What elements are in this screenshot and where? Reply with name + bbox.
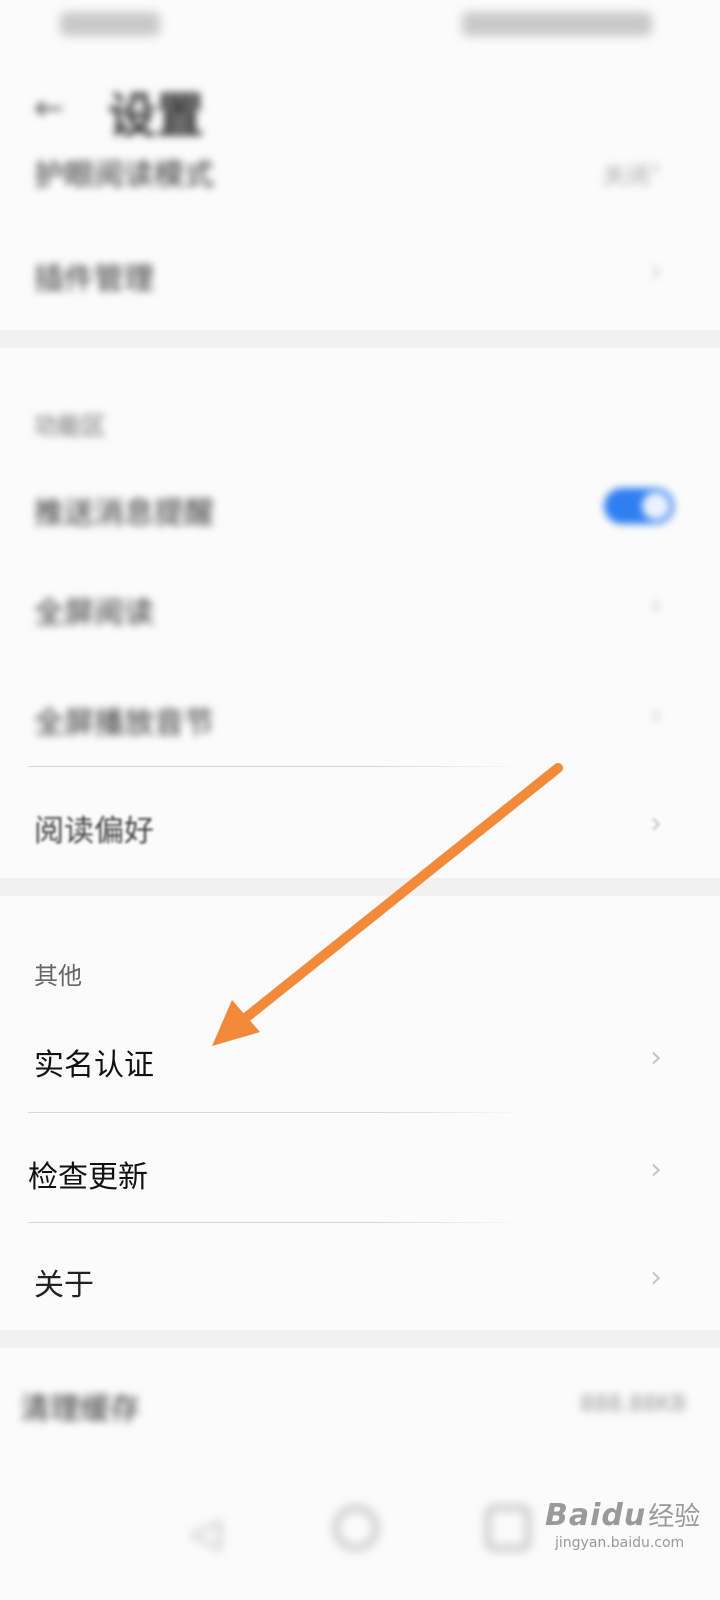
settings-item-fullscreen-audio[interactable]: 全屏播放音节 › — [0, 694, 720, 744]
settings-item-label: 插件管理 — [34, 262, 154, 297]
chevron-right-icon: › — [650, 1040, 662, 1075]
status-right-indicators — [462, 12, 652, 36]
section-title-features: 功能区 — [34, 412, 106, 440]
back-arrow-icon[interactable]: ← — [34, 88, 64, 129]
section-divider — [0, 1330, 720, 1348]
section-divider — [0, 330, 720, 348]
toggle-knob — [642, 492, 670, 520]
settings-item-eye-protection[interactable]: 护眼阅读模式 关闭 › — [0, 146, 720, 196]
status-bar — [0, 0, 720, 50]
section-title-other: 其他 — [34, 962, 82, 990]
settings-item-about[interactable]: 关于 › — [0, 1256, 720, 1306]
settings-item-check-update[interactable]: 检查更新 › — [0, 1148, 720, 1198]
settings-item-reading-preference[interactable]: 阅读偏好 › — [0, 802, 720, 852]
settings-item-real-name-auth[interactable]: 实名认证 › — [0, 1036, 720, 1086]
annotation-arrow — [212, 763, 563, 1046]
baidu-jingyan-watermark: Baidu经验 jingyan.baidu.com — [545, 1496, 700, 1551]
nav-back-icon[interactable]: ◁ — [190, 1510, 221, 1556]
row-divider — [28, 1222, 528, 1223]
settings-item-plugins[interactable]: 插件管理 › — [0, 250, 720, 300]
watermark-logo: Baidu — [545, 1498, 647, 1533]
settings-item-label: 全屏阅读 — [34, 596, 154, 631]
section-divider — [0, 878, 720, 896]
watermark-url: jingyan.baidu.com — [555, 1535, 685, 1551]
chevron-right-icon: › — [650, 254, 662, 289]
settings-item-value: 关闭 — [602, 162, 650, 190]
settings-item-label: 阅读偏好 — [34, 814, 154, 849]
chevron-right-icon: › — [650, 806, 662, 841]
chevron-right-icon: › — [650, 1152, 662, 1187]
settings-item-label: 清理缓存 — [20, 1392, 140, 1427]
chevron-right-icon: › — [650, 1260, 662, 1295]
nav-recent-icon[interactable] — [486, 1506, 530, 1550]
chevron-right-icon: › — [650, 698, 662, 733]
chevron-right-icon: › — [650, 150, 662, 185]
page-title: 设置 — [108, 88, 205, 144]
row-divider — [28, 1112, 528, 1113]
settings-item-label: 关于 — [34, 1268, 94, 1303]
settings-item-fullscreen-read[interactable]: 全屏阅读 › — [0, 584, 720, 634]
settings-item-label: 推送消息提醒 — [34, 496, 214, 531]
row-divider — [28, 766, 528, 767]
settings-item-label: 护眼阅读模式 — [34, 158, 214, 193]
cache-size-value: 888.88KB — [580, 1392, 687, 1417]
settings-item-label: 检查更新 — [28, 1160, 148, 1195]
chevron-right-icon: › — [650, 588, 662, 623]
settings-item-label: 全屏播放音节 — [34, 706, 214, 741]
settings-item-label: 实名认证 — [34, 1048, 154, 1083]
watermark-cn: 经验 — [648, 1502, 701, 1532]
status-left-indicators — [60, 12, 160, 36]
push-toggle[interactable] — [604, 488, 674, 524]
nav-home-icon[interactable] — [334, 1506, 378, 1550]
